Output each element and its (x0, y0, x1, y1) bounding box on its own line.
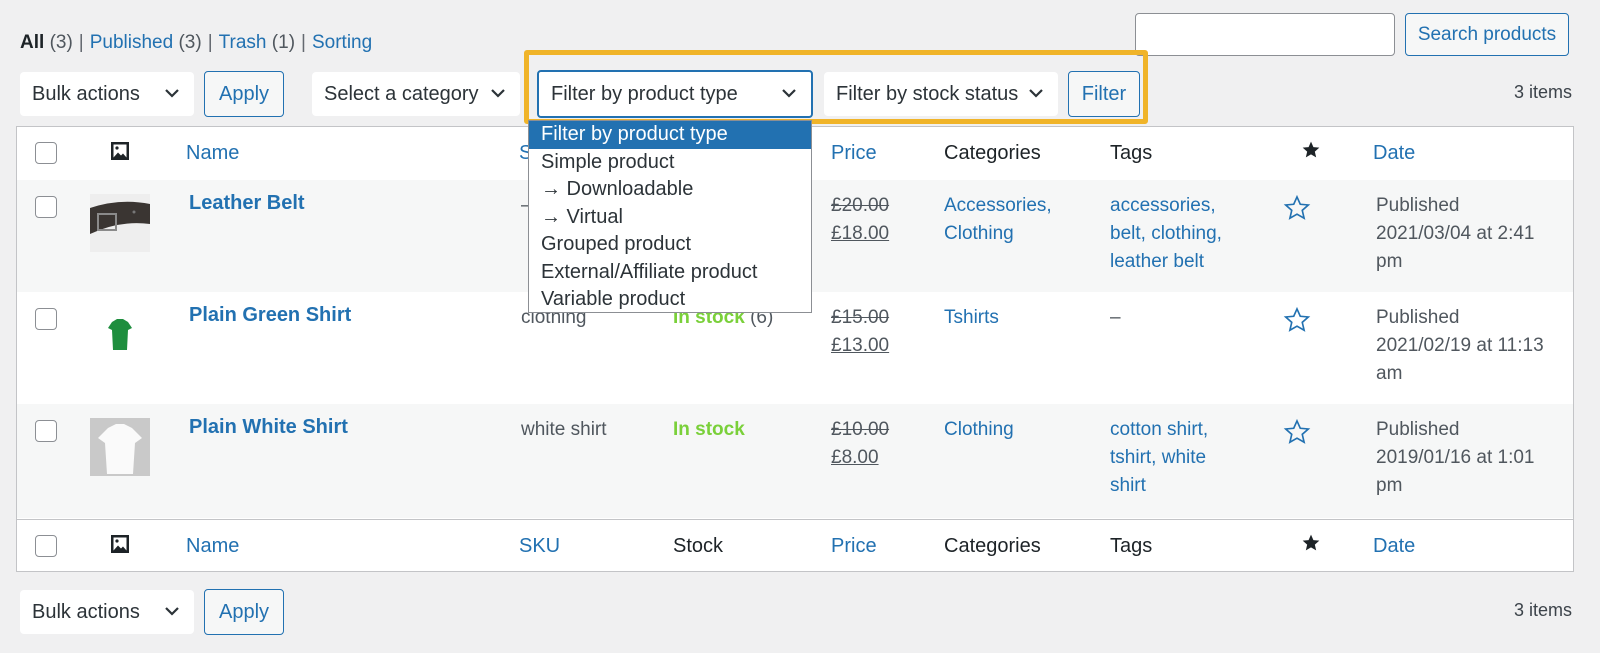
featured-star-icon[interactable] (1301, 140, 1321, 168)
product-name-link[interactable]: Leather Belt (189, 192, 305, 215)
option-grouped-product[interactable]: Grouped product (529, 231, 811, 259)
column-tags: Tags (1110, 142, 1153, 164)
chevron-down-icon (162, 590, 182, 634)
view-published[interactable]: Published (3) (90, 32, 202, 53)
view-all[interactable]: All (3) (20, 32, 73, 53)
search-products-button[interactable]: Search products (1405, 13, 1569, 56)
option-downloadable[interactable]: → Downloadable (529, 176, 811, 204)
product-type-dropdown: Filter by product type Simple product → … (528, 120, 812, 313)
categories-cell: Tshirts (944, 307, 999, 328)
categories-cell: Accessories, Clothing (944, 195, 1052, 244)
tags-cell: accessories, belt, clothing, leather belt (1110, 195, 1222, 272)
product-name-link[interactable]: Plain Green Shirt (189, 304, 351, 327)
product-thumbnail-green-shirt[interactable] (90, 306, 150, 364)
image-icon (110, 141, 130, 169)
featured-star-icon[interactable] (1301, 533, 1321, 561)
image-icon (110, 534, 130, 562)
price-cell: £20.00 £18.00 (831, 195, 890, 244)
option-virtual[interactable]: → Virtual (529, 204, 811, 232)
chevron-down-icon (162, 72, 182, 116)
category-select[interactable]: Select a category (312, 72, 520, 116)
status-views: All (3) | Published (3) | Trash (1) | Sorting (20, 32, 373, 53)
apply-button-top[interactable]: Apply (204, 71, 284, 117)
product-thumbnail-belt[interactable] (90, 194, 150, 252)
tags-cell: – (1110, 307, 1121, 328)
option-external-affiliate-product[interactable]: External/Affiliate product (529, 259, 811, 287)
price-cell: £15.00 £13.00 (831, 307, 890, 356)
column-price[interactable]: Price (831, 139, 877, 167)
column-price-footer[interactable]: Price (831, 532, 877, 560)
date-cell: Published 2021/02/19 at 11:13 am (1376, 307, 1544, 384)
table-footer: Name SKU Stock Price Categories Tags Dat… (17, 519, 1573, 573)
sku-cell: white shirt (521, 419, 607, 440)
select-all-checkbox[interactable] (35, 142, 57, 164)
column-date-footer[interactable]: Date (1373, 532, 1415, 560)
column-name-footer[interactable]: Name (186, 532, 239, 560)
product-name-link[interactable]: Plain White Shirt (189, 416, 348, 439)
items-count-top: 3 items (1514, 82, 1573, 102)
column-categories: Categories (944, 142, 1041, 164)
tags-cell: cotton shirt, tshirt, white shirt (1110, 419, 1209, 496)
row-checkbox[interactable] (35, 196, 57, 218)
product-thumbnail-white-shirt[interactable] (90, 418, 150, 476)
apply-button-bottom[interactable]: Apply (204, 589, 284, 635)
star-outline-icon[interactable] (1283, 306, 1311, 340)
star-outline-icon[interactable] (1283, 418, 1311, 452)
table-row: Plain White Shirt white shirt In stock £… (17, 404, 1573, 518)
stock-cell: In stock (673, 419, 745, 440)
filter-highlight-box (524, 50, 1148, 124)
view-trash[interactable]: Trash (1) (219, 32, 295, 53)
column-name[interactable]: Name (186, 139, 239, 167)
star-outline-icon[interactable] (1283, 194, 1311, 228)
row-checkbox[interactable] (35, 420, 57, 442)
option-simple-product[interactable]: Simple product (529, 149, 811, 177)
date-cell: Published 2019/01/16 at 1:01 pm (1376, 419, 1535, 496)
bulk-actions-select-top[interactable]: Bulk actions (20, 72, 194, 116)
row-checkbox[interactable] (35, 308, 57, 330)
view-sorting[interactable]: Sorting (312, 32, 372, 53)
search-input[interactable] (1135, 13, 1395, 56)
bulk-actions-select-bottom[interactable]: Bulk actions (20, 590, 194, 634)
column-sku-footer[interactable]: SKU (519, 532, 560, 560)
column-tags-footer: Tags (1110, 535, 1153, 557)
column-categories-footer: Categories (944, 535, 1041, 557)
option-variable-product[interactable]: Variable product (529, 286, 811, 314)
chevron-down-icon (488, 72, 508, 116)
price-cell: £10.00 £8.00 (831, 419, 890, 468)
categories-cell: Clothing (944, 419, 1014, 440)
select-all-checkbox-footer[interactable] (35, 535, 57, 557)
date-cell: Published 2021/03/04 at 2:41 pm (1376, 195, 1535, 272)
items-count-bottom: 3 items (1514, 600, 1573, 620)
option-filter-by-product-type[interactable]: Filter by product type (529, 121, 811, 149)
column-date[interactable]: Date (1373, 139, 1415, 167)
column-stock-footer: Stock (673, 535, 724, 557)
